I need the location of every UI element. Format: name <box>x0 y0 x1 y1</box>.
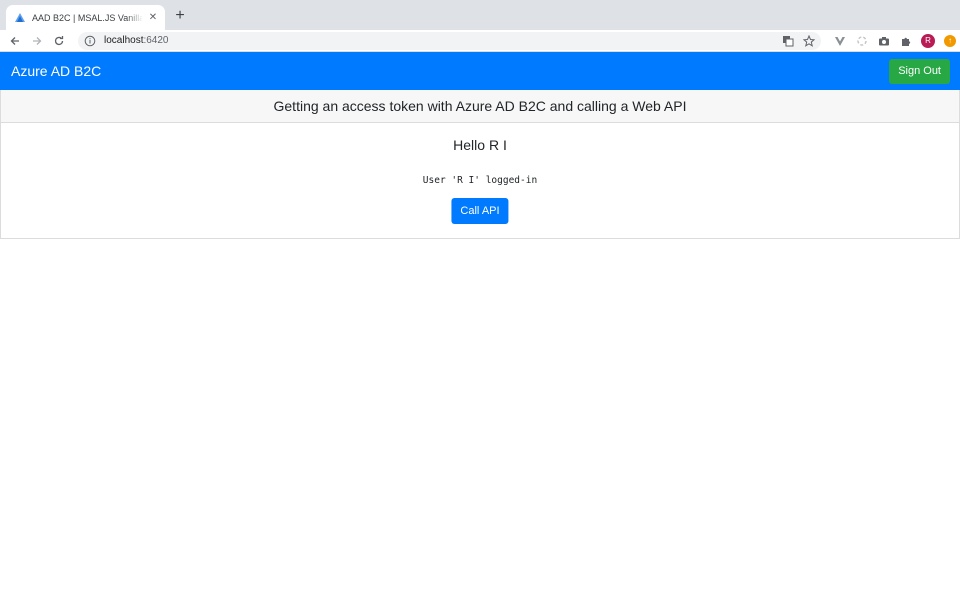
loader-extension-icon[interactable] <box>855 34 868 47</box>
reload-icon[interactable] <box>48 31 70 51</box>
sign-out-button[interactable]: Sign Out <box>889 58 950 84</box>
forward-arrow-icon[interactable] <box>26 31 48 51</box>
close-tab-icon[interactable]: ✕ <box>147 12 159 23</box>
profile-avatar[interactable]: R <box>921 33 935 48</box>
browser-tab[interactable]: AAD B2C | MSAL.JS Vanilla JavaScript ✕ <box>6 5 165 30</box>
info-icon[interactable] <box>84 35 96 47</box>
extensions-puzzle-icon[interactable] <box>899 34 912 47</box>
camera-icon[interactable] <box>877 34 890 47</box>
url-host: localhost <box>104 35 144 46</box>
translate-icon[interactable] <box>781 34 794 47</box>
url-text: localhost:6420 <box>104 35 781 46</box>
app-navbar: Azure AD B2C Sign Out <box>0 52 960 90</box>
url-port: :6420 <box>143 35 169 46</box>
back-arrow-icon[interactable] <box>4 31 26 51</box>
browser-tab-strip: AAD B2C | MSAL.JS Vanilla JavaScript ✕ + <box>0 0 960 30</box>
tab-title: AAD B2C | MSAL.JS Vanilla JavaScript <box>32 12 143 23</box>
navbar-brand[interactable]: Azure AD B2C <box>11 63 101 79</box>
card-header: Getting an access token with Azure AD B2… <box>1 90 959 123</box>
address-bar[interactable]: localhost:6420 <box>78 31 821 50</box>
azure-favicon-icon <box>15 12 25 22</box>
main-card: Getting an access token with Azure AD B2… <box>0 90 960 239</box>
new-tab-icon[interactable]: + <box>172 7 188 25</box>
card-body: Hello R I User 'R I' logged-in Call API <box>1 123 959 238</box>
bookmark-star-icon[interactable] <box>802 34 815 47</box>
call-api-button[interactable]: Call API <box>451 198 509 224</box>
extension-icons: R ↑ <box>833 33 956 48</box>
update-icon[interactable]: ↑ <box>944 34 956 47</box>
vue-devtools-icon[interactable] <box>833 34 846 47</box>
greeting-title: Hello R I <box>453 137 507 153</box>
browser-toolbar: localhost:6420 R ↑ <box>0 30 960 52</box>
login-status-message: User 'R I' logged-in <box>422 175 538 186</box>
